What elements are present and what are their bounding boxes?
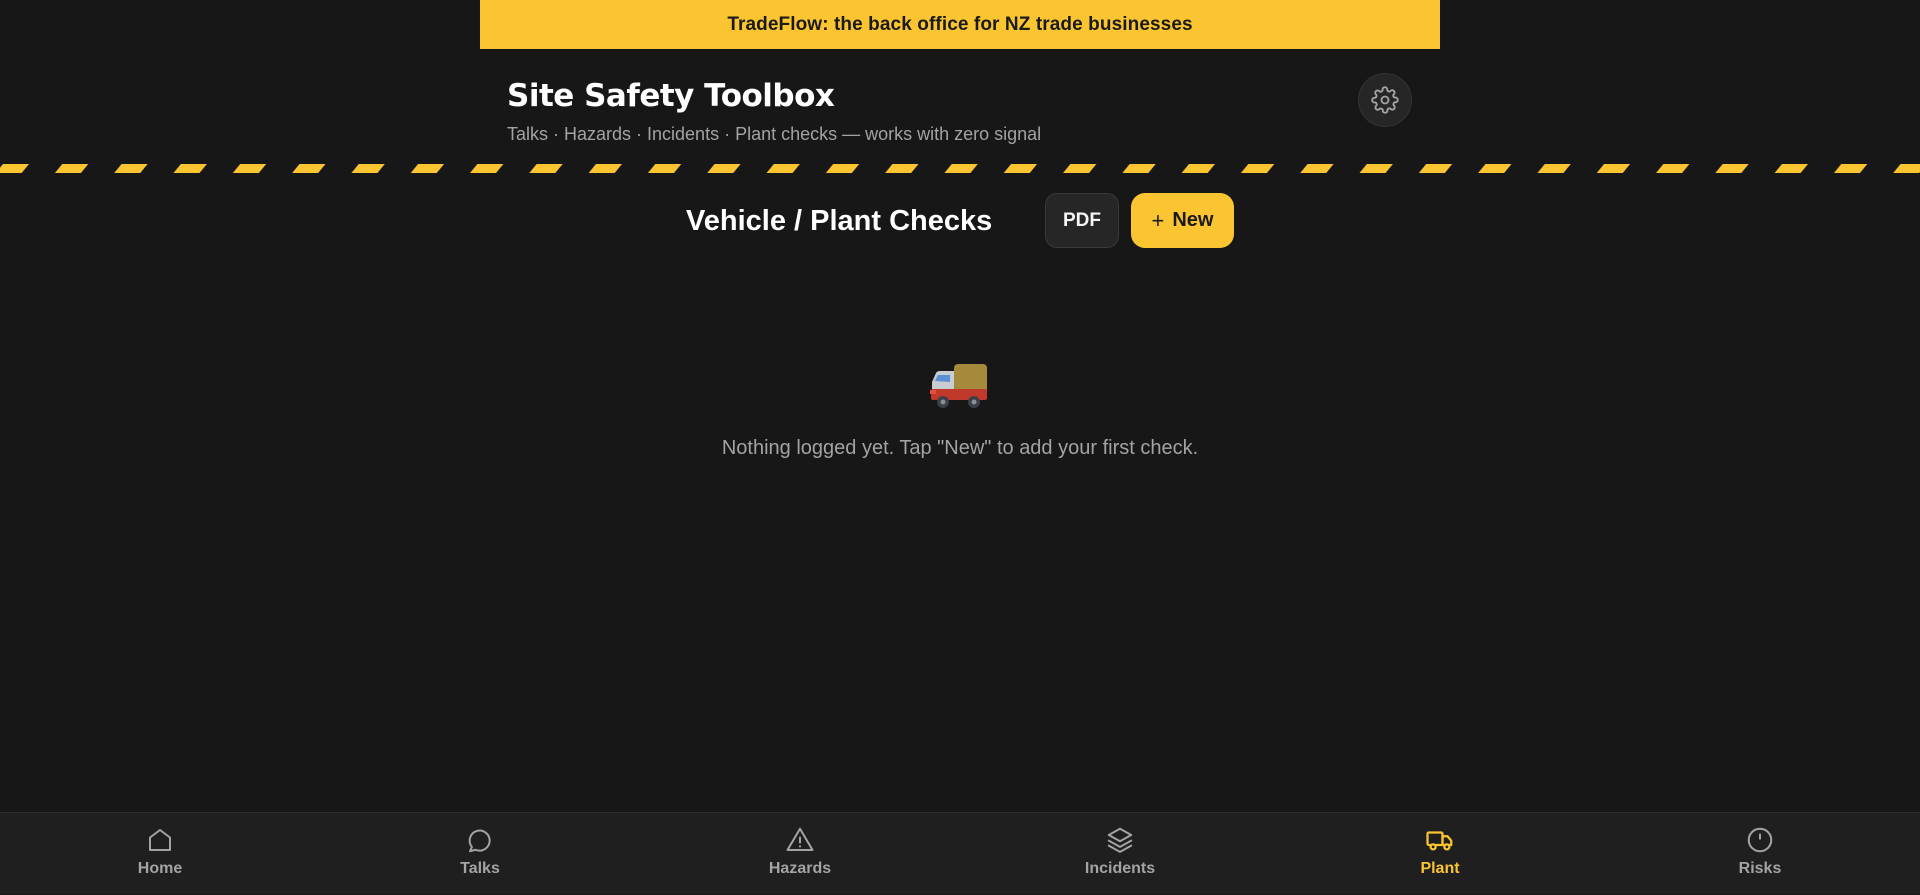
nav-item-plant[interactable]: Plant xyxy=(1340,813,1540,895)
nav-label-hazards: Hazards xyxy=(768,860,832,877)
app-subtitle: Talks · Hazards · Incidents · Plant chec… xyxy=(507,124,1042,144)
new-check-button[interactable]: + New xyxy=(1131,193,1234,248)
pdf-button-label: PDF xyxy=(1063,209,1101,231)
layers-icon xyxy=(1107,827,1133,853)
alert-circle-icon xyxy=(1747,827,1773,853)
nav-label-talks: Talks xyxy=(460,860,500,877)
truck-icon xyxy=(1426,831,1453,851)
warning-triangle-icon xyxy=(786,827,814,851)
pdf-export-button[interactable]: PDF xyxy=(1045,193,1119,248)
plus-icon: + xyxy=(1151,207,1165,233)
home-icon xyxy=(149,829,171,851)
nav-item-home[interactable]: Home xyxy=(60,813,260,895)
nav-label-plant: Plant xyxy=(1420,860,1460,877)
promo-banner-text: TradeFlow: the back office for NZ trade … xyxy=(727,13,1193,35)
nav-label-incidents: Incidents xyxy=(1084,860,1156,877)
nav-item-risks[interactable]: Risks xyxy=(1660,813,1860,895)
bottom-nav: Home Talks Hazards Incidents Plant Risks xyxy=(0,812,1920,894)
empty-state-message: Nothing logged yet. Tap "New" to add you… xyxy=(721,437,1199,459)
chat-bubble-icon xyxy=(468,829,491,853)
app-title: Site Safety Toolbox xyxy=(507,78,835,114)
settings-button[interactable] xyxy=(1358,73,1412,127)
truck-icon xyxy=(930,364,987,408)
new-button-label: New xyxy=(1172,209,1214,231)
section-title: Vehicle / Plant Checks xyxy=(686,205,993,237)
nav-item-incidents[interactable]: Incidents xyxy=(1020,813,1220,895)
hazard-stripe-divider xyxy=(0,162,1920,173)
promo-banner[interactable]: TradeFlow: the back office for NZ trade … xyxy=(480,0,1440,49)
gear-icon xyxy=(1371,86,1399,114)
nav-item-talks[interactable]: Talks xyxy=(380,813,580,895)
nav-label-home: Home xyxy=(137,860,183,877)
nav-item-hazards[interactable]: Hazards xyxy=(700,813,900,895)
nav-label-risks: Risks xyxy=(1738,860,1782,877)
